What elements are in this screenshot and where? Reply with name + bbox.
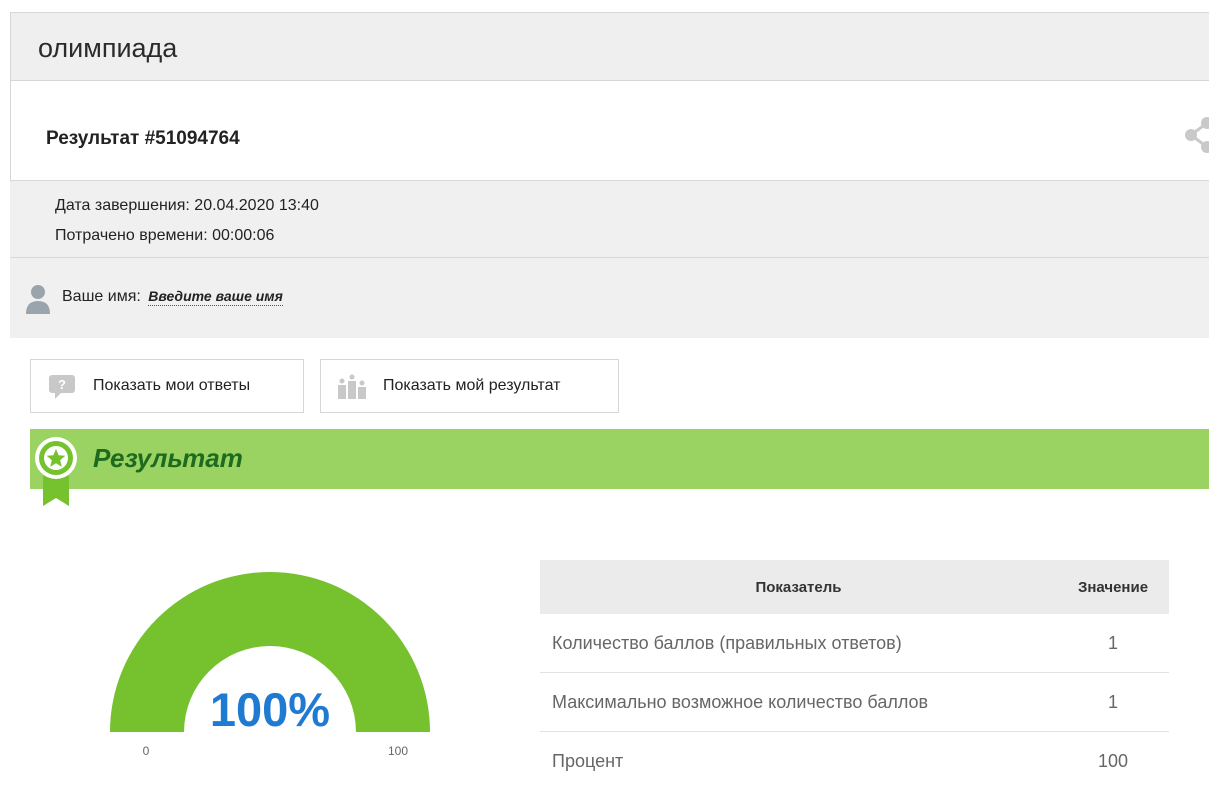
result-section-title: Результат	[93, 443, 243, 473]
finish-date-value: 20.04.2020 13:40	[194, 197, 319, 214]
user-icon	[26, 285, 50, 314]
podium-icon	[338, 374, 366, 399]
share-icon[interactable]	[1181, 117, 1209, 153]
finish-date-label: Дата завершения:	[55, 197, 195, 214]
gauge-max-label: 100	[388, 744, 408, 758]
table-cell-indicator: Процент	[552, 750, 624, 771]
svg-text:?: ?	[58, 377, 66, 392]
table-cell-indicator: Количество баллов (правильных ответов)	[552, 632, 902, 653]
table-row: Максимально возможное количество баллов …	[540, 673, 1169, 732]
table-cell-value: 1	[1107, 632, 1118, 653]
show-answers-button[interactable]: ? Показать мои ответы	[30, 359, 304, 413]
results-table: Показатель Значение Количество баллов (п…	[540, 560, 1169, 790]
name-label: Ваше имя:	[62, 288, 141, 305]
result-title: Результат #51094764	[46, 128, 240, 149]
table-row: Процент 100	[540, 732, 1169, 790]
award-badge-icon	[35, 437, 77, 506]
show-result-button[interactable]: Показать мой результат	[320, 359, 619, 413]
table-cell-indicator: Максимально возможное количество баллов	[552, 691, 929, 712]
quiz-title: олимпиада	[38, 33, 178, 63]
name-input-link[interactable]: Введите ваше имя	[148, 288, 283, 306]
question-icon: ?	[49, 375, 75, 399]
quiz-header: олимпиада	[10, 12, 1209, 81]
table-cell-value: 100	[1097, 750, 1129, 771]
result-meta: Дата завершения: 20.04.2020 13:40 Потрач…	[10, 180, 1209, 258]
table-cell-value: 1	[1107, 691, 1118, 712]
name-field: Ваше имя: Введите ваше имя	[62, 288, 283, 306]
show-answers-label: Показать мои ответы	[93, 377, 251, 394]
time-spent: Потрачено времени: 00:00:06	[55, 227, 274, 245]
gauge-percent: 100%	[210, 683, 330, 736]
finish-date: Дата завершения: 20.04.2020 13:40	[55, 197, 319, 215]
result-section-header: Результат	[30, 429, 1209, 489]
table-header-indicator: Показатель	[755, 578, 842, 596]
show-result-label: Показать мой результат	[383, 377, 561, 394]
name-panel: Ваше имя: Введите ваше имя	[10, 258, 1209, 338]
table-header: Показатель Значение	[540, 560, 1169, 614]
time-spent-value: 00:00:06	[212, 227, 275, 244]
table-header-value: Значение	[1077, 578, 1149, 596]
score-gauge: 100% 0 100	[110, 572, 430, 758]
gauge-min-label: 0	[143, 744, 150, 758]
time-spent-label: Потрачено времени:	[55, 227, 213, 244]
result-heading-panel: Результат #51094764	[10, 81, 1209, 180]
table-row: Количество баллов (правильных ответов) 1	[540, 614, 1169, 673]
